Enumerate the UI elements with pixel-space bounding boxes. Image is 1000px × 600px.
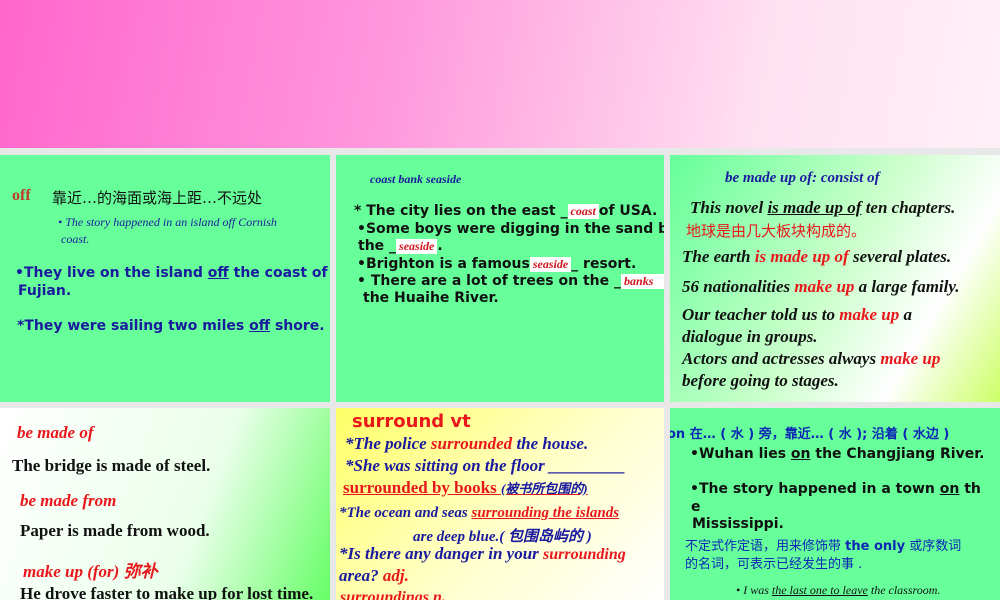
example-1-cont: coast.	[61, 232, 90, 246]
line-3: The earth is made up of several plates.	[682, 247, 952, 266]
title-banner	[0, 0, 1000, 148]
line-8: before going to stages.	[682, 371, 839, 390]
heading-made-from: be made from	[20, 491, 117, 510]
heading-make-up-for: make up (for) 弥补	[23, 562, 158, 581]
panel-made-of: be made of The bridge is made of steel. …	[0, 408, 330, 600]
example-1: • The story happened in an island off Co…	[58, 215, 277, 229]
line-6: dialogue in groups.	[682, 327, 818, 346]
panel-title: surround vt	[352, 411, 471, 432]
line-3: surrounded by books (被书所包围的)	[343, 478, 588, 497]
line-7: Actors and actresses always make up	[682, 349, 941, 368]
line-6: 的名词，可表示已经发生的事 .	[685, 557, 863, 572]
line-6: *Is there any danger in your surrounding	[339, 544, 626, 563]
line-5: 不定式作定语，用来修饰带 the only 或序数词	[685, 539, 962, 554]
line-7: • I was the last one to leave the classr…	[736, 583, 941, 597]
panel-off: off 靠近…的海面或海上距…不远处 • The story happened …	[0, 155, 330, 402]
line-7: area? adj.	[339, 566, 409, 585]
meaning: 靠近…的海面或海上距…不远处	[52, 189, 263, 207]
line-2: 地球是由几大板块构成的。	[686, 222, 867, 240]
panel-made-up-of: be made up of: consist of This novel is …	[670, 155, 1000, 402]
sentence-3: •Brighton is a famous seaside _ resort.	[357, 256, 637, 272]
panel-surround: surround vt *The police surrounded the h…	[336, 408, 664, 600]
word-list: coast bank seaside	[370, 172, 462, 186]
line-4: Mississippi.	[692, 516, 784, 532]
word-off: off	[12, 187, 31, 204]
line-5: Our teacher told us to make up a	[682, 305, 913, 324]
line-8: surroundings n.	[340, 589, 446, 600]
panel-coast: coast bank seaside * The city lies on th…	[336, 155, 664, 402]
example-2: •They live on the island off the coast o…	[15, 265, 328, 281]
line-1: *The police surrounded the house.	[345, 434, 589, 453]
line-1: •Wuhan lies on the Changjiang River.	[690, 446, 985, 462]
example-2-cont: Fujian.	[18, 283, 72, 299]
heading-made-of: be made of	[17, 423, 94, 442]
sentence-4-cont: the Huaihe River.	[363, 290, 499, 306]
line-2: •The story happened in a town on th	[690, 481, 981, 497]
sentence-make-up-for: He drove faster to make up for lost time…	[20, 584, 314, 600]
panel-on: on 在… ( 水 ) 旁，靠近… ( 水 ); 沿着 ( 水边 ) •Wuha…	[670, 408, 1000, 600]
line-4: 56 nationalities make up a large family.	[682, 277, 960, 296]
example-3: *They were sailing two miles off shore.	[17, 318, 325, 334]
sentence-made-from: Paper is made from wood.	[20, 521, 210, 540]
panel-title: on 在… ( 水 ) 旁，靠近… ( 水 ); 沿着 ( 水边 )	[670, 427, 950, 442]
sentence-made-of: The bridge is made of steel.	[12, 456, 211, 475]
line-2: *She was sitting on the floor _________	[345, 456, 626, 475]
sentence-2-cont: the _ seaside.	[358, 238, 443, 254]
line-4: *The ocean and seas surrounding the isla…	[339, 505, 620, 521]
sentence-4: • There are a lot of trees on the _ banks	[357, 273, 664, 289]
sentence-2: •Some boys were digging in the sand by	[357, 221, 664, 237]
line-3: e	[691, 499, 701, 515]
sentence-1: * The city lies on the east _ coast of USA…	[354, 203, 658, 219]
panel-title: be made up of: consist of	[725, 170, 880, 186]
line-5: are deep blue.( 包围岛屿的 )	[413, 529, 592, 545]
line-1: This novel is made up of ten chapters.	[690, 198, 956, 217]
